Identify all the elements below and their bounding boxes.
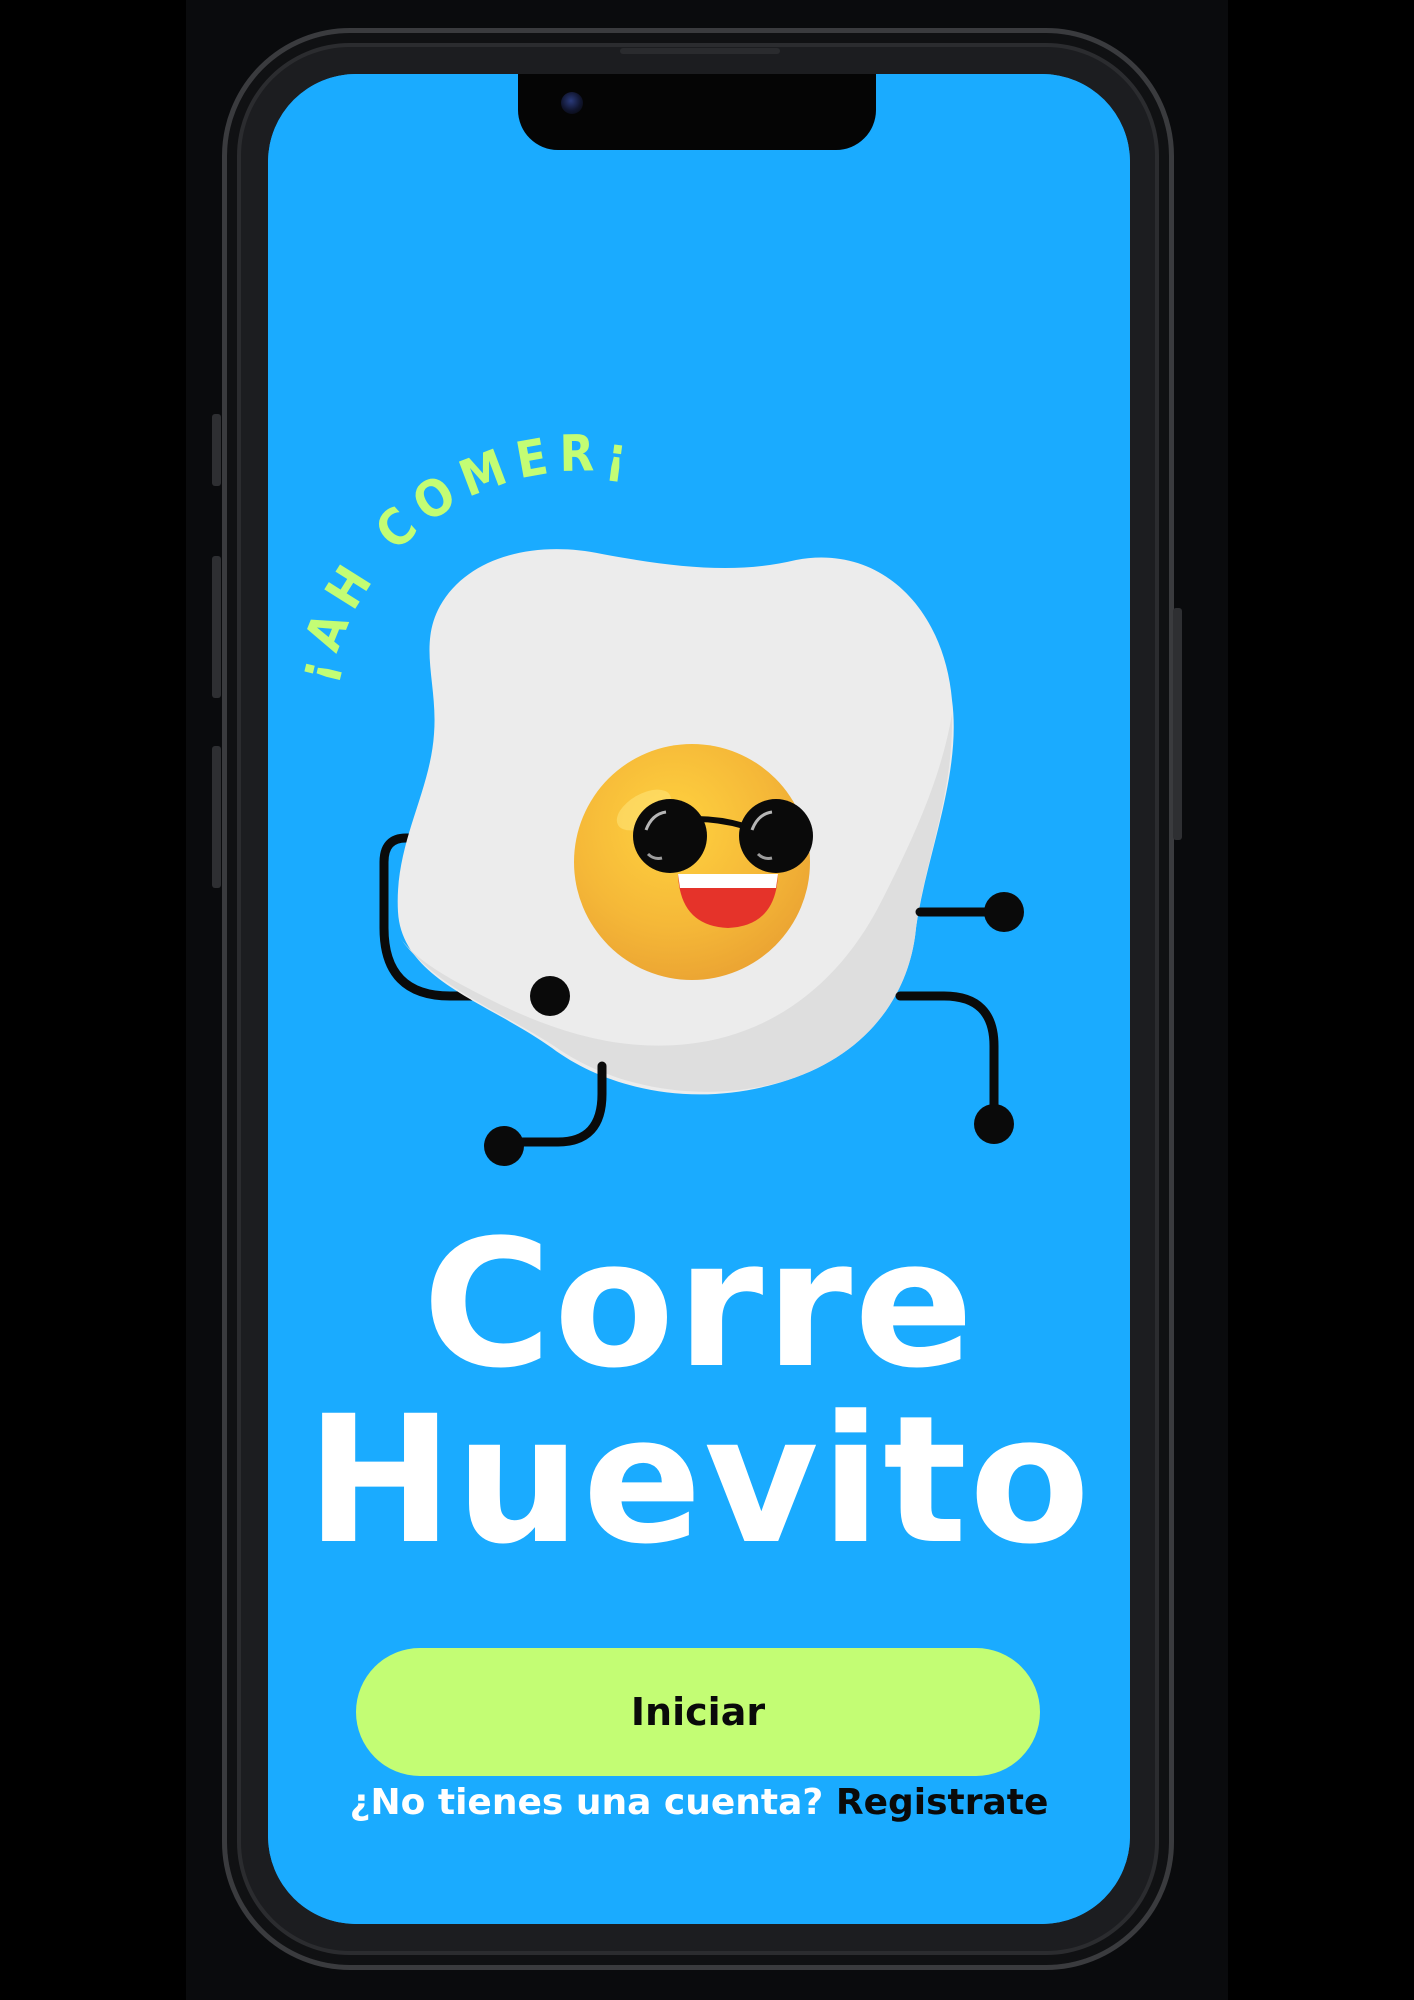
title-line-2: Huevito [305, 1378, 1093, 1583]
signup-link[interactable]: Registrate [836, 1782, 1049, 1823]
teeth [678, 874, 778, 888]
earpiece-speaker [620, 48, 780, 54]
notch [518, 74, 876, 150]
left-hand [530, 976, 570, 1016]
front-camera-icon [561, 92, 583, 114]
signup-prompt: ¿No tienes una cuenta? [349, 1782, 824, 1823]
right-hand [984, 892, 1024, 932]
splash-artwork: ¡AH COMER¡ [268, 74, 1130, 1924]
start-button[interactable]: Iniciar [356, 1648, 1040, 1776]
silent-switch [212, 414, 221, 486]
signup-row: ¿No tienes una cuenta? Registrate [268, 1782, 1130, 1823]
left-foot [484, 1126, 524, 1166]
right-foot [974, 1104, 1014, 1144]
app-screen: ¡AH COMER¡ Corre Huevito Iniciar ¿No tie… [268, 74, 1130, 1924]
volume-down-button [212, 746, 221, 888]
power-button [1173, 608, 1182, 840]
volume-up-button [212, 556, 221, 698]
